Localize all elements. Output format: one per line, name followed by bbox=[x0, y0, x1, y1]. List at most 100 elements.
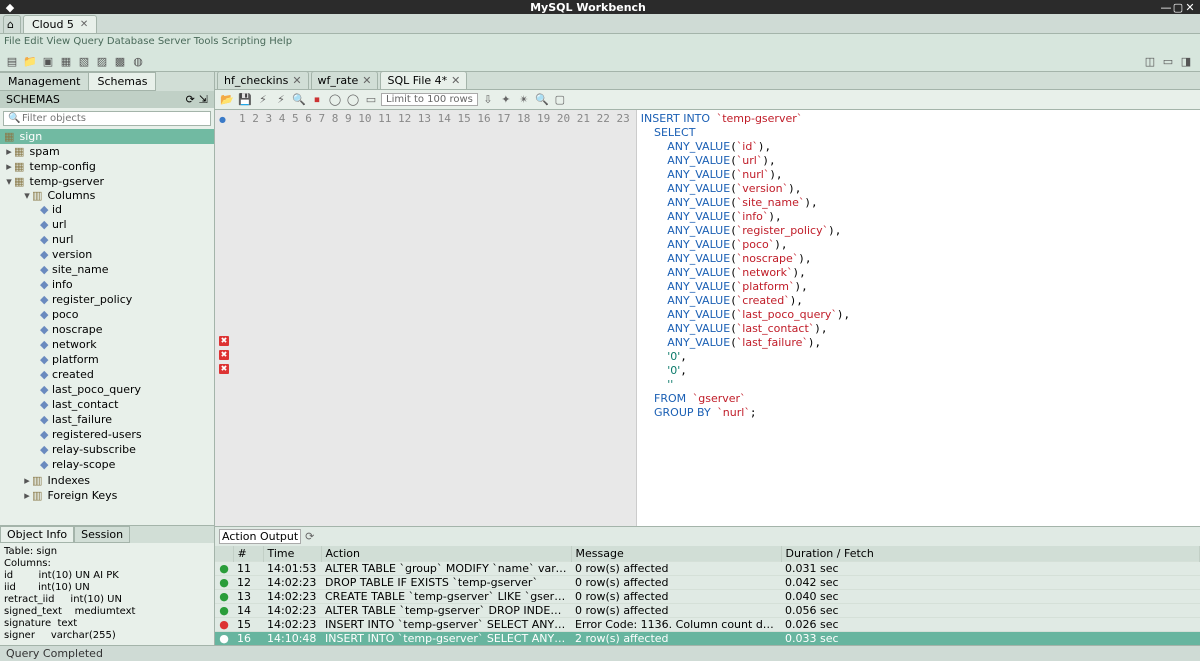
status-icon: ● bbox=[215, 618, 233, 632]
tree-indexes[interactable]: ▸▥ Indexes bbox=[18, 473, 214, 488]
new-sql-tab-icon[interactable]: ▤ bbox=[4, 54, 20, 70]
col-action[interactable]: Action bbox=[321, 546, 571, 562]
tree-column-item[interactable]: ◆ network bbox=[36, 337, 214, 352]
col-message[interactable]: Message bbox=[571, 546, 781, 562]
tree-item-sign[interactable]: ▦ sign bbox=[0, 129, 214, 144]
tool-icon[interactable]: ▨ bbox=[94, 54, 110, 70]
close-icon[interactable]: ✕ bbox=[362, 74, 371, 87]
schemas-tab[interactable]: Schemas bbox=[89, 72, 156, 91]
output-row[interactable]: ●1414:02:23ALTER TABLE `temp-gserver` DR… bbox=[215, 604, 1200, 618]
beautify-icon[interactable]: ✦ bbox=[498, 93, 514, 106]
object-info-tab[interactable]: Object Info bbox=[0, 526, 74, 543]
editor-tab-active[interactable]: SQL File 4*✕ bbox=[380, 71, 467, 89]
tree-column-item[interactable]: ◆ info bbox=[36, 277, 214, 292]
search-icon[interactable]: 🔍 bbox=[534, 93, 550, 106]
output-row[interactable]: ●1514:02:23INSERT INTO `temp-gserver` SE… bbox=[215, 618, 1200, 632]
close-icon[interactable]: ✕ bbox=[292, 74, 301, 87]
tool-icon[interactable]: ▣ bbox=[40, 54, 56, 70]
statusbar: Query Completed bbox=[0, 645, 1200, 661]
row-limit-select[interactable]: Limit to 100 rows bbox=[381, 93, 478, 106]
tree-column-item[interactable]: ◆ url bbox=[36, 217, 214, 232]
refresh-icon[interactable]: ⟳ bbox=[186, 93, 195, 106]
open-sql-icon[interactable]: 📁 bbox=[22, 54, 38, 70]
tree-column-item[interactable]: ◆ poco bbox=[36, 307, 214, 322]
management-tab[interactable]: Management bbox=[0, 72, 89, 91]
filter-input[interactable] bbox=[3, 111, 211, 126]
tool-icon[interactable]: ✴ bbox=[516, 93, 532, 106]
tree-column-item[interactable]: ◆ nurl bbox=[36, 232, 214, 247]
close-icon[interactable]: ✕ bbox=[80, 19, 88, 30]
tool-icon[interactable]: ⇩ bbox=[480, 93, 496, 106]
status-icon: ● bbox=[215, 576, 233, 590]
col-time[interactable]: Time bbox=[263, 546, 321, 562]
tree-column-item[interactable]: ◆ registered-users bbox=[36, 427, 214, 442]
main-toolbar: ▤ 📁 ▣ ▦ ▧ ▨ ▩ ◍ ◫ ▭ ◨ bbox=[0, 52, 1200, 72]
tool-icon[interactable]: ▩ bbox=[112, 54, 128, 70]
tree-column-item[interactable]: ◆ id bbox=[36, 202, 214, 217]
titlebar: ◆ MySQL Workbench — ▢ ✕ bbox=[0, 0, 1200, 14]
autocommit-icon[interactable]: ▭ bbox=[363, 93, 379, 106]
maximize-button[interactable]: ▢ bbox=[1172, 1, 1184, 14]
action-output-header: Action Output ⟳ bbox=[215, 526, 1200, 546]
tree-column-item[interactable]: ◆ last_poco_query bbox=[36, 382, 214, 397]
window-title: MySQL Workbench bbox=[16, 1, 1160, 14]
tree-item-temp-config[interactable]: ▸▦ temp-config bbox=[0, 159, 214, 174]
tree-column-item[interactable]: ◆ version bbox=[36, 247, 214, 262]
tree-column-item[interactable]: ◆ noscrape bbox=[36, 322, 214, 337]
tree-columns[interactable]: ▾▥ Columns ◆ id◆ url◆ nurl◆ version◆ sit… bbox=[18, 188, 214, 473]
output-spinner-icon[interactable]: ⟳ bbox=[305, 530, 314, 543]
session-tab[interactable]: Session bbox=[74, 526, 130, 543]
col-num[interactable]: # bbox=[233, 546, 263, 562]
tool-icon[interactable]: ▦ bbox=[58, 54, 74, 70]
tool-icon[interactable]: ◍ bbox=[130, 54, 146, 70]
save-icon[interactable]: 💾 bbox=[237, 93, 253, 106]
editor-tab[interactable]: wf_rate✕ bbox=[311, 71, 379, 89]
action-output-grid[interactable]: # Time Action Message Duration / Fetch ●… bbox=[215, 546, 1200, 645]
tree-column-item[interactable]: ◆ relay-subscribe bbox=[36, 442, 214, 457]
panel-toggle-icon[interactable]: ◨ bbox=[1178, 54, 1194, 70]
output-row[interactable]: ●1114:01:53ALTER TABLE `group` MODIFY `n… bbox=[215, 562, 1200, 576]
panel-toggle-icon[interactable]: ▭ bbox=[1160, 54, 1176, 70]
tree-column-item[interactable]: ◆ last_contact bbox=[36, 397, 214, 412]
output-row[interactable]: ●1214:02:23DROP TABLE IF EXISTS `temp-gs… bbox=[215, 576, 1200, 590]
panel-toggle-icon[interactable]: ◫ bbox=[1142, 54, 1158, 70]
minimize-button[interactable]: — bbox=[1160, 1, 1172, 14]
output-type-select[interactable]: Action Output bbox=[219, 529, 301, 544]
close-icon[interactable]: ✕ bbox=[451, 74, 460, 87]
tool-icon[interactable]: ▢ bbox=[552, 93, 568, 106]
tree-column-item[interactable]: ◆ created bbox=[36, 367, 214, 382]
rollback-icon[interactable]: ◯ bbox=[345, 93, 361, 106]
status-icon: ● bbox=[215, 562, 233, 576]
execute-icon[interactable]: ⚡ bbox=[255, 93, 271, 106]
output-row[interactable]: ●1314:02:23CREATE TABLE `temp-gserver` L… bbox=[215, 590, 1200, 604]
connection-tab-label: Cloud 5 bbox=[32, 18, 74, 31]
tree-column-item[interactable]: ◆ register_policy bbox=[36, 292, 214, 307]
home-tab[interactable]: ⌂ bbox=[3, 15, 21, 33]
schemas-header: SCHEMAS ⟳⇲ bbox=[0, 91, 214, 108]
stop-icon[interactable]: ⏹ bbox=[309, 93, 325, 107]
editor-area: hf_checkins✕ wf_rate✕ SQL File 4*✕ 📂 💾 ⚡… bbox=[215, 72, 1200, 645]
tree-foreign-keys[interactable]: ▸▥ Foreign Keys bbox=[18, 488, 214, 503]
expand-icon[interactable]: ⇲ bbox=[199, 93, 208, 106]
tool-icon[interactable]: ▧ bbox=[76, 54, 92, 70]
editor-tab[interactable]: hf_checkins✕ bbox=[217, 71, 309, 89]
open-icon[interactable]: 📂 bbox=[219, 93, 235, 106]
connection-tab[interactable]: Cloud 5 ✕ bbox=[23, 15, 97, 33]
schema-tree[interactable]: ▦ sign ▸▦ spam ▸▦ temp-config ▾▦ temp-gs… bbox=[0, 129, 214, 525]
tree-item-temp-gserver[interactable]: ▾▦ temp-gserver ▾▥ Columns ◆ id◆ url◆ nu… bbox=[0, 174, 214, 504]
sql-editor[interactable]: INSERT INTO `temp-gserver` SELECT ANY_VA… bbox=[637, 110, 1200, 526]
execute-step-icon[interactable]: ⚡ bbox=[273, 93, 289, 106]
close-button[interactable]: ✕ bbox=[1184, 1, 1196, 14]
line-gutter: ●1 2 3 4 5 6 7 8 9 10 11 12 13 14 15 16 … bbox=[215, 110, 637, 526]
tree-column-item[interactable]: ◆ platform bbox=[36, 352, 214, 367]
tree-item-spam[interactable]: ▸▦ spam bbox=[0, 144, 214, 159]
tree-column-item[interactable]: ◆ relay-scope bbox=[36, 457, 214, 472]
home-icon: ⌂ bbox=[7, 18, 14, 31]
col-duration[interactable]: Duration / Fetch bbox=[781, 546, 1200, 562]
status-icon: ● bbox=[215, 590, 233, 604]
tree-column-item[interactable]: ◆ last_failure bbox=[36, 412, 214, 427]
menubar[interactable]: File Edit View Query Database Server Too… bbox=[0, 34, 1200, 52]
explain-icon[interactable]: 🔍 bbox=[291, 93, 307, 106]
commit-icon[interactable]: ◯ bbox=[327, 93, 343, 106]
tree-column-item[interactable]: ◆ site_name bbox=[36, 262, 214, 277]
